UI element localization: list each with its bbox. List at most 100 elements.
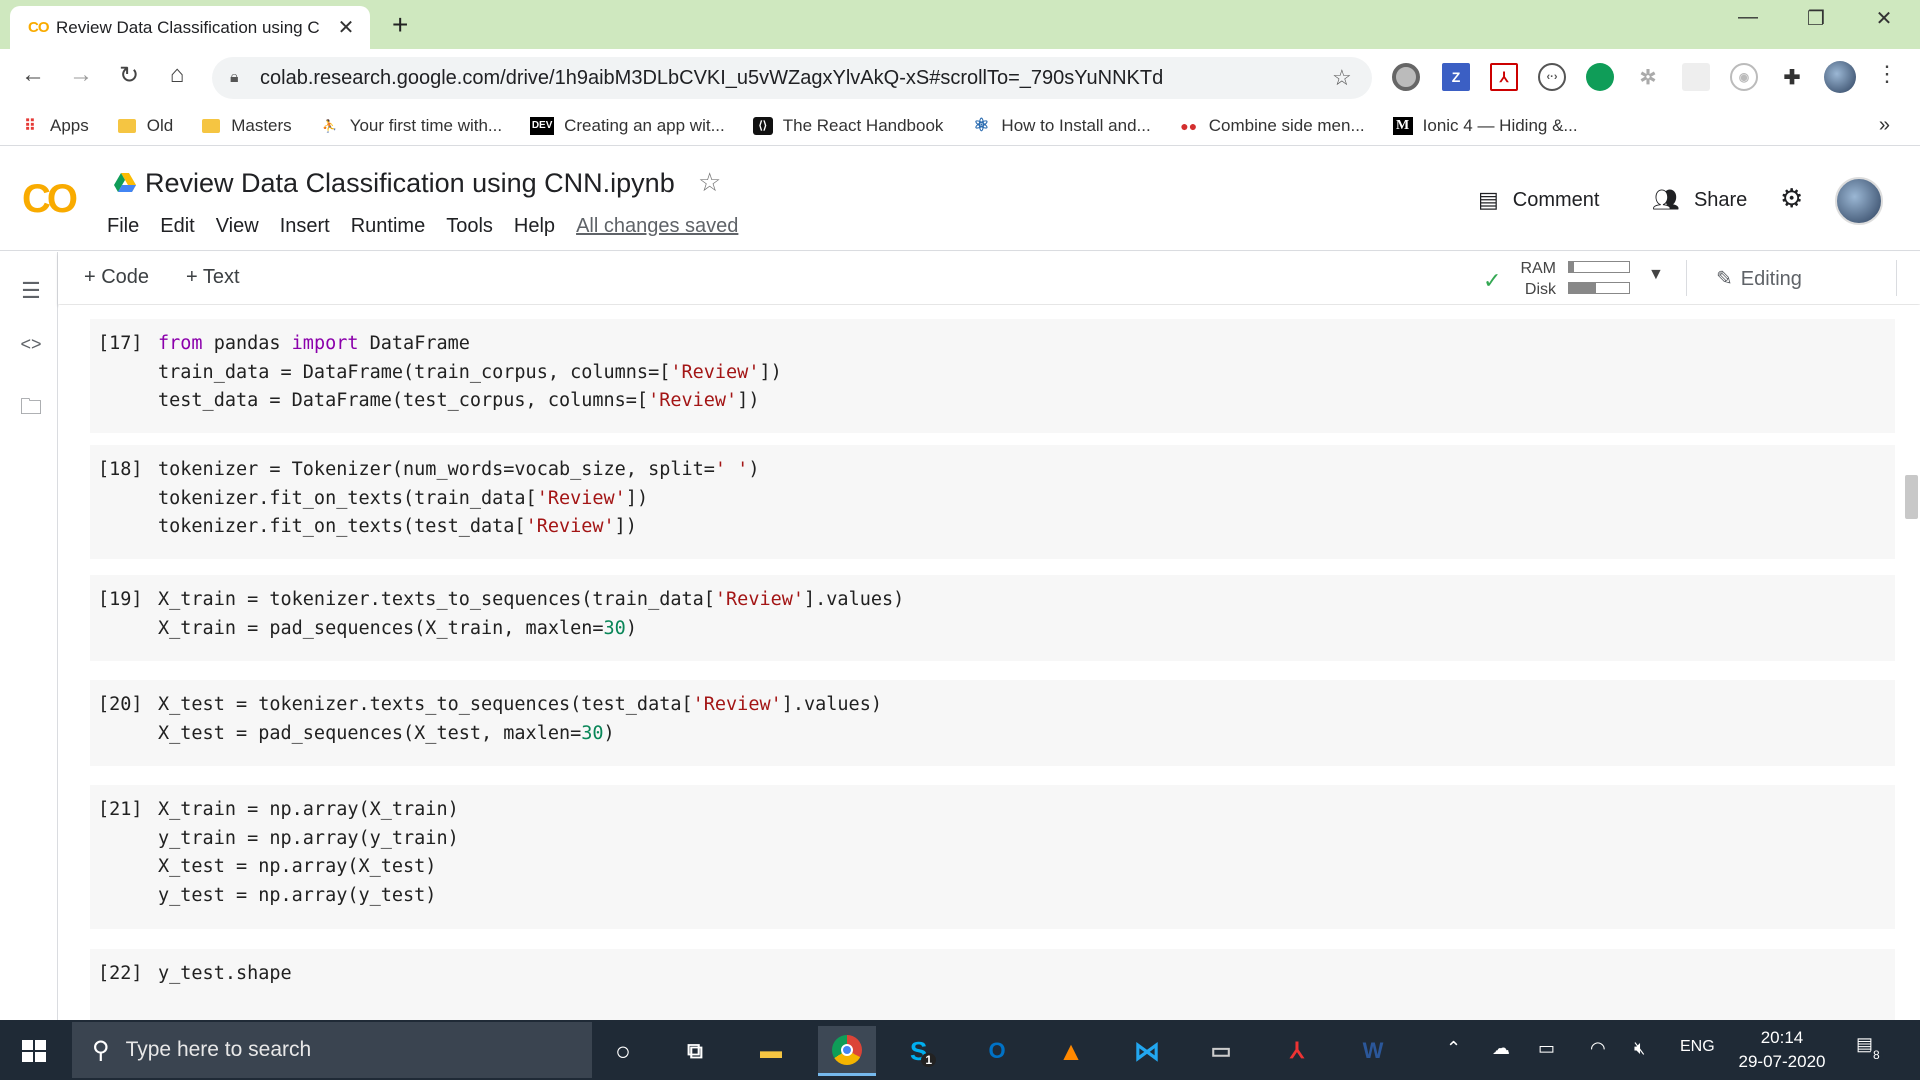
code-cell[interactable]: [21] X_train = np.array(X_train) y_train =… <box>90 785 1895 929</box>
windows-start-icon[interactable] <box>22 1040 46 1062</box>
bookmark-apps[interactable]: ⠿ Apps <box>20 116 89 136</box>
settings-gear-icon[interactable]: ⚙ <box>1780 183 1803 214</box>
execution-count[interactable]: [20] <box>98 694 143 715</box>
bookmark-ionic[interactable]: M Ionic 4 — Hiding &... <box>1392 116 1578 136</box>
execution-count[interactable]: [19] <box>98 589 143 610</box>
code-editor[interactable]: X_test = tokenizer.texts_to_sequences(te… <box>158 694 882 751</box>
menu-view[interactable]: View <box>216 215 259 238</box>
minimize-icon[interactable]: — <box>1718 6 1778 29</box>
chrome-menu-icon[interactable]: ⋮ <box>1870 61 1904 87</box>
code-editor[interactable]: X_train = np.array(X_train) y_train = np.… <box>158 799 459 913</box>
save-status[interactable]: All changes saved <box>576 215 738 238</box>
vscode-icon[interactable]: ⋈ <box>1118 1026 1176 1076</box>
bookmark-creating-app[interactable]: DEV Creating an app wit... <box>530 116 725 136</box>
onedrive-icon[interactable]: ☁ <box>1492 1038 1510 1059</box>
vlc-icon[interactable]: ▲ <box>1042 1026 1100 1076</box>
back-icon[interactable]: ← <box>16 61 50 89</box>
bookmark-first-time[interactable]: ⛹ Your first time with... <box>320 116 502 136</box>
code-editor[interactable]: from pandas import DataFrame train_data =… <box>158 333 782 419</box>
pdf-ext-icon[interactable]: ⅄ <box>1490 63 1518 91</box>
volume-muted-icon[interactable]: 🔇︎ <box>1634 1038 1645 1059</box>
files-folder-icon[interactable]: 🗀︎ <box>16 390 46 428</box>
blank-ext-icon[interactable] <box>1682 63 1710 91</box>
new-tab-icon[interactable]: + <box>392 9 408 41</box>
puzzle-icon[interactable]: ✚ <box>1778 63 1806 91</box>
terminal-icon[interactable]: ▭ <box>1192 1026 1250 1076</box>
circle-ext-icon[interactable] <box>1392 63 1420 91</box>
bookmark-old[interactable]: Old <box>117 116 173 136</box>
menu-file[interactable]: File <box>107 215 139 238</box>
drive-icon[interactable] <box>114 173 136 193</box>
chrome-taskbar-icon[interactable] <box>818 1026 876 1076</box>
battery-icon[interactable]: ▭ <box>1538 1038 1555 1059</box>
menu-runtime[interactable]: Runtime <box>351 215 425 238</box>
user-avatar[interactable] <box>1835 177 1883 225</box>
bookmark-star-icon[interactable]: ☆ <box>1332 65 1372 91</box>
code-editor[interactable]: tokenizer = Tokenizer(num_words=vocab_si… <box>158 459 759 545</box>
green-dot-ext-icon[interactable] <box>1586 63 1614 91</box>
execution-count[interactable]: [22] <box>98 963 143 984</box>
code-cell[interactable]: [19] X_train = tokenizer.texts_to_sequenc… <box>90 575 1895 661</box>
taskbar-search[interactable]: ⚲ Type here to search <box>72 1022 592 1078</box>
bookmark-react-handbook[interactable]: ⟨⟩ The React Handbook <box>752 116 943 136</box>
reload-icon[interactable]: ↻ <box>112 61 146 90</box>
browser-tab[interactable]: CO Review Data Classification using C ✕ <box>10 6 370 49</box>
word-icon[interactable]: W <box>1344 1026 1402 1076</box>
tray-expand-icon[interactable]: ⌃ <box>1446 1038 1461 1059</box>
add-text-button[interactable]: + Text <box>186 266 240 289</box>
execution-count[interactable]: [18] <box>98 459 143 480</box>
code-snippets-icon[interactable]: <> <box>16 334 46 355</box>
camera-ext-icon[interactable]: ◉ <box>1730 63 1758 91</box>
code-cell[interactable]: [22] y_test.shape <box>90 949 1895 1020</box>
acrobat-icon[interactable]: ⅄ <box>1268 1026 1326 1076</box>
code-cell[interactable]: [20] X_test = tokenizer.texts_to_sequence… <box>90 680 1895 766</box>
chevron-down-icon[interactable]: ▼ <box>1648 266 1664 284</box>
skype-icon[interactable]: S1 <box>894 1026 952 1076</box>
scrollbar[interactable] <box>1903 305 1920 1020</box>
file-explorer-icon[interactable]: ▬ <box>742 1026 800 1076</box>
bookmark-how-to-install[interactable]: ⚛ How to Install and... <box>971 115 1150 136</box>
cortana-icon[interactable]: ○ <box>594 1026 652 1076</box>
comment-button[interactable]: ▤ Comment <box>1478 187 1600 213</box>
share-button[interactable]: 👥︎ Share <box>1652 187 1747 213</box>
notification-center-icon[interactable]: ▤ 8 <box>1856 1034 1888 1066</box>
wifi-icon[interactable]: ◠ <box>1590 1038 1606 1059</box>
url-text[interactable]: colab.research.google.com/drive/1h9aibM3… <box>260 67 1332 90</box>
table-of-contents-icon[interactable]: ☰ <box>16 278 46 304</box>
code-editor[interactable]: X_train = tokenizer.texts_to_sequences(t… <box>158 589 904 646</box>
code-editor[interactable]: y_test.shape <box>158 963 292 992</box>
profile-avatar[interactable] <box>1824 61 1856 93</box>
code-ext-icon[interactable]: ‹·› <box>1538 63 1566 91</box>
language-indicator[interactable]: ENG <box>1680 1038 1715 1056</box>
forward-icon[interactable]: → <box>64 61 98 89</box>
notebook-title[interactable]: Review Data Classification using CNN.ipy… <box>145 168 675 199</box>
colab-logo[interactable]: CO <box>22 177 78 222</box>
bookmark-combine-side[interactable]: ●● Combine side men... <box>1179 116 1364 136</box>
execution-count[interactable]: [17] <box>98 333 143 354</box>
close-tab-icon[interactable]: ✕ <box>336 15 356 40</box>
editing-mode-button[interactable]: ✎ Editing <box>1716 266 1802 291</box>
menu-help[interactable]: Help <box>514 215 555 238</box>
menu-edit[interactable]: Edit <box>160 215 194 238</box>
address-bar[interactable]: 🔒︎ colab.research.google.com/drive/1h9ai… <box>212 57 1372 99</box>
star-notebook-icon[interactable]: ☆ <box>698 167 721 198</box>
close-window-icon[interactable]: ✕ <box>1854 6 1914 31</box>
code-cell[interactable]: [17] from pandas import DataFrame train_da… <box>90 319 1895 433</box>
z-ext-icon[interactable]: Z <box>1442 63 1470 91</box>
restore-icon[interactable]: ❐ <box>1786 6 1846 31</box>
task-view-icon[interactable]: ⧉ <box>666 1026 724 1076</box>
home-icon[interactable]: ⌂ <box>160 61 194 89</box>
add-code-button[interactable]: + Code <box>84 266 149 289</box>
scrollbar-thumb[interactable] <box>1905 475 1918 519</box>
taskbar-clock[interactable]: 20:14 29-07-2020 <box>1732 1026 1832 1074</box>
menu-tools[interactable]: Tools <box>446 215 493 238</box>
disk-meter[interactable] <box>1568 282 1630 294</box>
menu-insert[interactable]: Insert <box>280 215 330 238</box>
bookmarks-overflow-icon[interactable]: » <box>1879 114 1890 137</box>
gear-ext-icon[interactable]: ✲ <box>1634 63 1662 91</box>
outlook-icon[interactable]: O <box>968 1026 1026 1076</box>
code-cell[interactable]: [18] tokenizer = Tokenizer(num_words=voca… <box>90 445 1895 559</box>
execution-count[interactable]: [21] <box>98 799 143 820</box>
bookmark-masters[interactable]: Masters <box>201 116 292 136</box>
ram-meter[interactable] <box>1568 261 1630 273</box>
